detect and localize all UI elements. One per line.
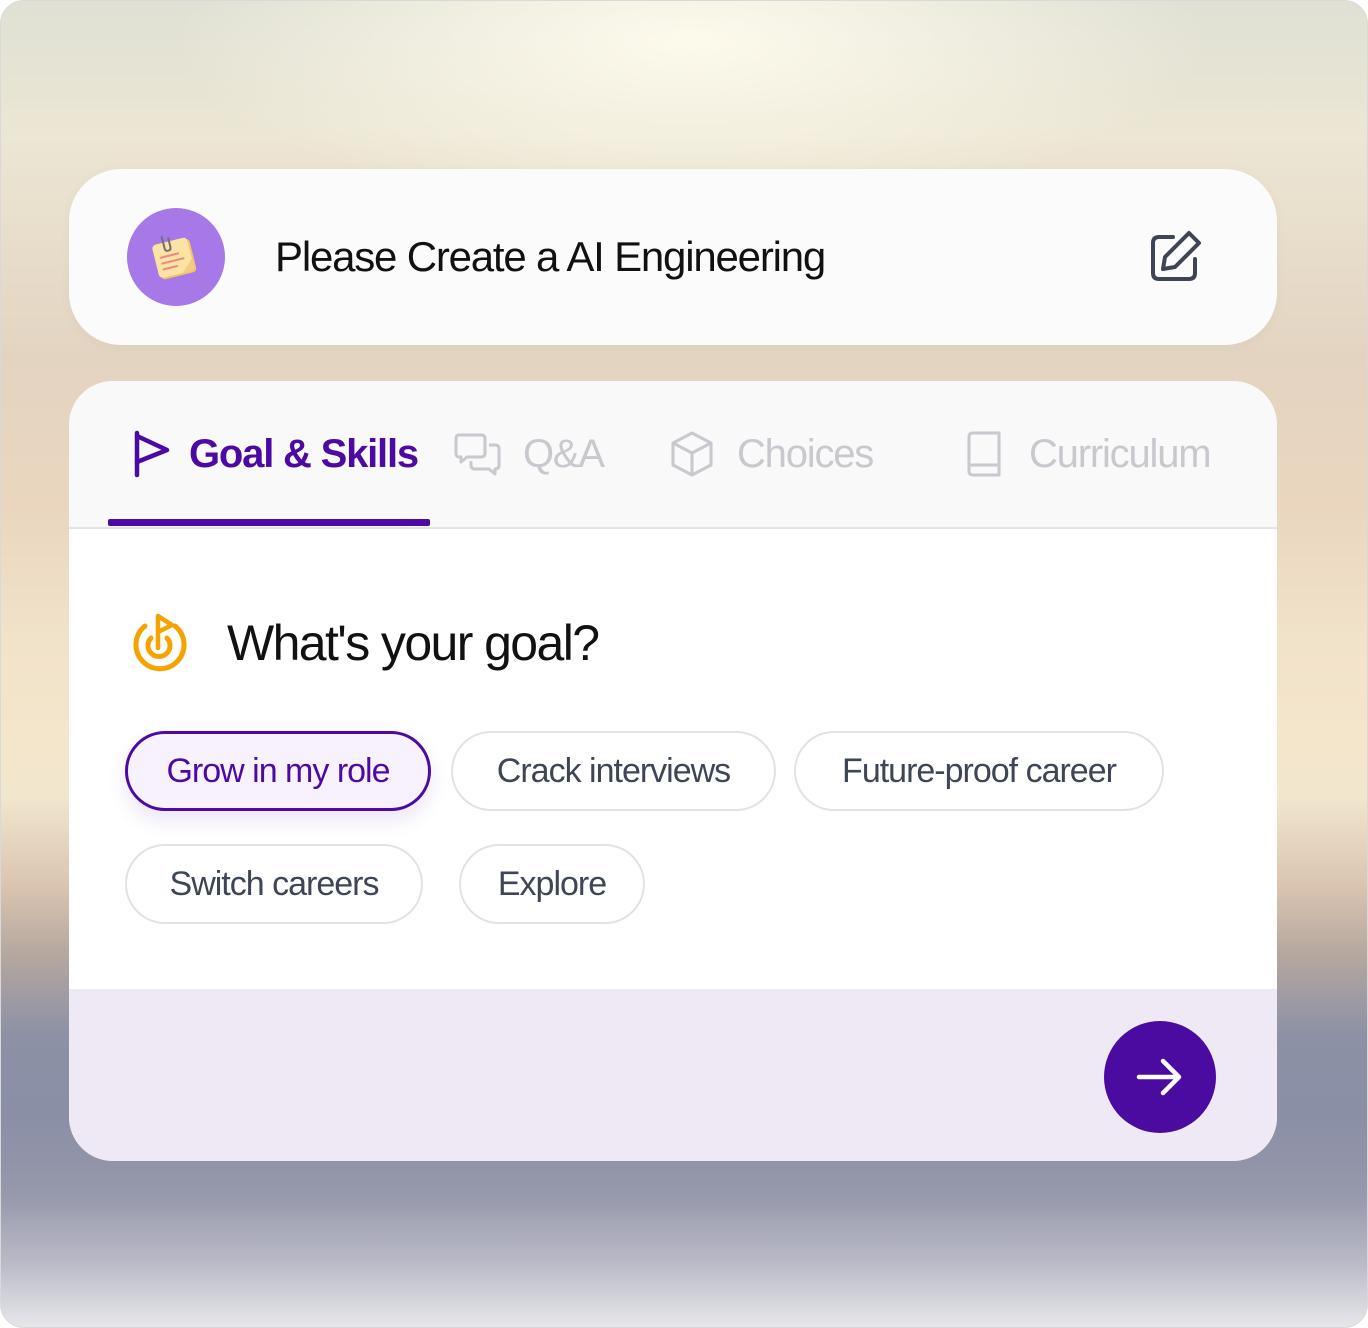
option-future-proof-career[interactable]: Future-proof career [794, 731, 1164, 811]
book-icon [967, 431, 1001, 477]
flag-icon [134, 430, 170, 478]
tab-label: Curriculum [1029, 431, 1212, 476]
sticky-note-icon [152, 235, 197, 280]
goal-target-icon [133, 613, 187, 672]
tab-goal-skills[interactable]: Goal & Skills [127, 421, 419, 487]
arrow-right-icon [1136, 1058, 1182, 1096]
edit-button[interactable] [1145, 227, 1205, 287]
active-tab-indicator [108, 519, 430, 526]
panel-footer [69, 989, 1277, 1161]
prompt-avatar [127, 208, 225, 306]
option-explore[interactable]: Explore [459, 844, 645, 924]
tab-bar: Goal & Skills Q&A Choices Curriculum [69, 381, 1277, 529]
option-switch-careers[interactable]: Switch careers [125, 844, 423, 924]
next-button[interactable] [1104, 1021, 1216, 1133]
background: Please Create a AI Engineering Goal & Sk… [0, 0, 1368, 1328]
question-row: What's your goal? [127, 613, 600, 673]
option-grow-in-my-role[interactable]: Grow in my role [125, 731, 431, 811]
chat-bubbles-icon [454, 433, 501, 476]
tab-qa[interactable]: Q&A [453, 421, 605, 487]
tab-choices[interactable]: Choices [667, 421, 874, 487]
option-crack-interviews[interactable]: Crack interviews [451, 731, 776, 811]
edit-icon [1151, 231, 1201, 281]
tab-label: Goal & Skills [189, 431, 419, 476]
tab-label: Choices [737, 431, 874, 476]
prompt-text: Please Create a AI Engineering [275, 233, 826, 280]
cube-icon [671, 431, 713, 477]
prompt-card: Please Create a AI Engineering [69, 169, 1277, 345]
tab-curriculum[interactable]: Curriculum [959, 421, 1212, 487]
question-text: What's your goal? [227, 615, 600, 671]
tab-label: Q&A [523, 431, 605, 476]
goal-panel: Goal & Skills Q&A Choices Curriculum Wha… [69, 381, 1277, 1161]
